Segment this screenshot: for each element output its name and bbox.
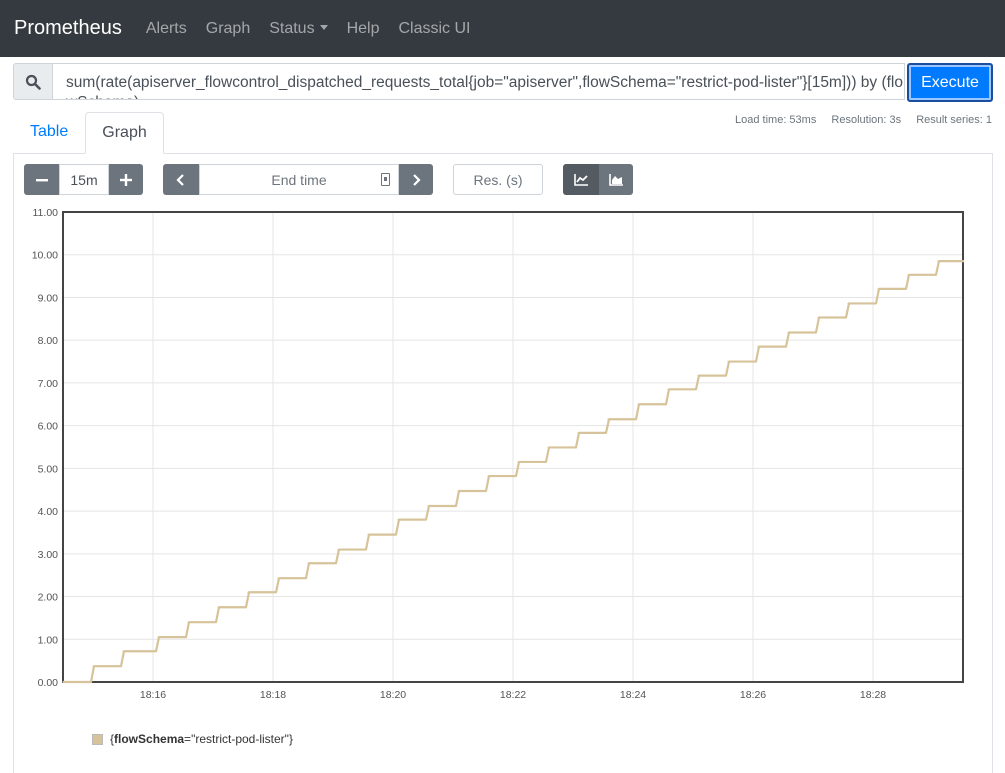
x-tick-label: 18:24 bbox=[620, 689, 646, 701]
y-tick-label: 11.00 bbox=[33, 207, 59, 219]
series-point bbox=[727, 360, 729, 363]
series-point bbox=[217, 606, 219, 608]
legend-label: {flowSchema="restrict-pod-lister"} bbox=[110, 732, 293, 746]
series-point bbox=[547, 446, 549, 449]
series-point bbox=[367, 533, 369, 536]
y-tick-label: 2.00 bbox=[38, 592, 59, 604]
series-point bbox=[337, 548, 339, 551]
legend-item[interactable]: {flowSchema="restrict-pod-lister"} bbox=[92, 732, 293, 746]
series-point bbox=[697, 375, 699, 377]
series-point bbox=[427, 505, 429, 507]
series-point bbox=[817, 316, 819, 319]
series-point bbox=[787, 331, 789, 334]
series-point bbox=[877, 288, 879, 290]
series-point bbox=[122, 650, 124, 652]
y-tick-label: 10.00 bbox=[32, 250, 58, 262]
x-tick-label: 18:20 bbox=[380, 689, 406, 701]
series-point bbox=[247, 591, 249, 593]
y-tick-label: 4.00 bbox=[38, 506, 59, 518]
y-tick-label: 6.00 bbox=[38, 421, 59, 433]
series-point bbox=[757, 345, 759, 348]
series-point bbox=[637, 403, 639, 405]
legend-swatch bbox=[92, 733, 103, 745]
series-point bbox=[277, 577, 279, 579]
series-point bbox=[62, 681, 64, 683]
legend-value: "restrict-pod-lister" bbox=[191, 732, 289, 746]
y-tick-label: 0.00 bbox=[38, 677, 59, 689]
series-point bbox=[457, 490, 459, 492]
x-tick-label: 18:28 bbox=[860, 689, 886, 701]
series-point bbox=[307, 562, 309, 564]
series-point bbox=[962, 260, 964, 262]
x-tick-label: 18:16 bbox=[140, 689, 166, 701]
y-tick-label: 7.00 bbox=[38, 378, 59, 390]
y-tick-label: 1.00 bbox=[38, 634, 59, 646]
x-tick-label: 18:22 bbox=[500, 689, 526, 701]
series-point bbox=[847, 302, 849, 305]
series-point bbox=[92, 665, 94, 667]
y-tick-label: 3.00 bbox=[38, 549, 59, 561]
legend-key: flowSchema bbox=[114, 732, 185, 746]
x-tick-label: 18:26 bbox=[740, 689, 766, 701]
y-tick-label: 5.00 bbox=[38, 463, 59, 475]
x-tick-label: 18:18 bbox=[260, 689, 286, 701]
series-point bbox=[397, 519, 399, 521]
series-point bbox=[187, 621, 189, 623]
series-point bbox=[577, 432, 579, 434]
series-point bbox=[607, 418, 609, 420]
series-point bbox=[937, 260, 939, 262]
y-tick-label: 9.00 bbox=[38, 292, 59, 304]
series-point bbox=[667, 388, 669, 390]
series-point bbox=[487, 475, 489, 477]
series-point bbox=[907, 274, 909, 276]
tab-graph[interactable]: Graph bbox=[85, 112, 164, 154]
series-point bbox=[517, 461, 519, 463]
series-point bbox=[157, 636, 159, 638]
y-tick-label: 8.00 bbox=[38, 335, 59, 347]
